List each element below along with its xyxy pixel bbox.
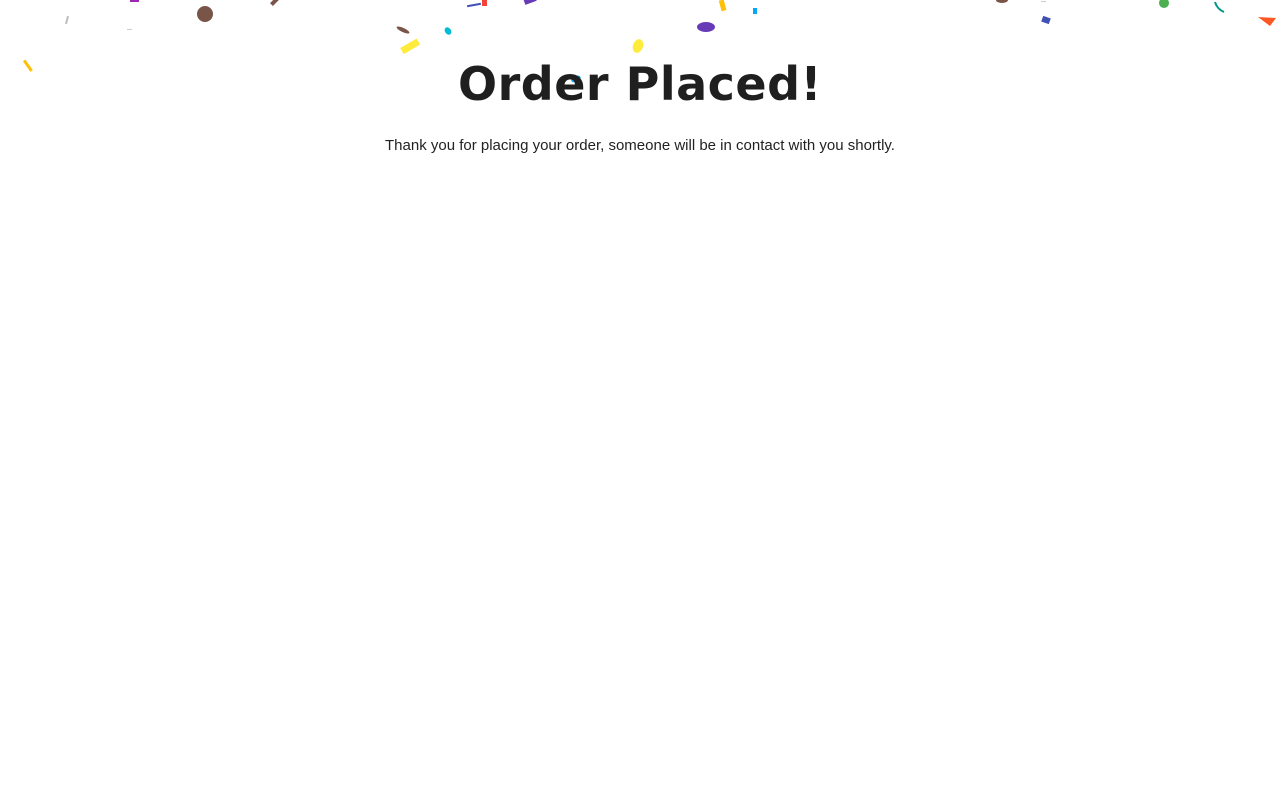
confetti-decoration [22, 0, 1276, 83]
confetti-piece [1041, 1, 1046, 2]
confetti-piece [996, 0, 1008, 3]
confetti-piece [523, 0, 537, 5]
confirmation-message: Thank you for placing your order, someon… [385, 137, 895, 154]
confetti-piece [1159, 0, 1169, 8]
confetti-piece [718, 0, 727, 12]
order-confirmation-page: Order Placed! Thank you for placing your… [0, 0, 1280, 800]
confetti-piece [64, 15, 70, 25]
confetti-piece [127, 29, 132, 30]
confetti-piece [482, 0, 487, 6]
confetti-piece [270, 0, 281, 6]
confetti-piece [697, 22, 715, 32]
confetti-piece [466, 2, 482, 8]
confetti-piece [130, 0, 139, 2]
confetti-piece [444, 27, 452, 35]
confetti-piece [197, 6, 213, 22]
confetti-piece [1214, 1, 1225, 13]
page-title: Order Placed! [457, 57, 822, 111]
confetti-piece [396, 26, 410, 34]
confetti-piece [753, 8, 757, 14]
confetti-piece [1258, 17, 1276, 26]
confetti-piece [1041, 15, 1051, 25]
